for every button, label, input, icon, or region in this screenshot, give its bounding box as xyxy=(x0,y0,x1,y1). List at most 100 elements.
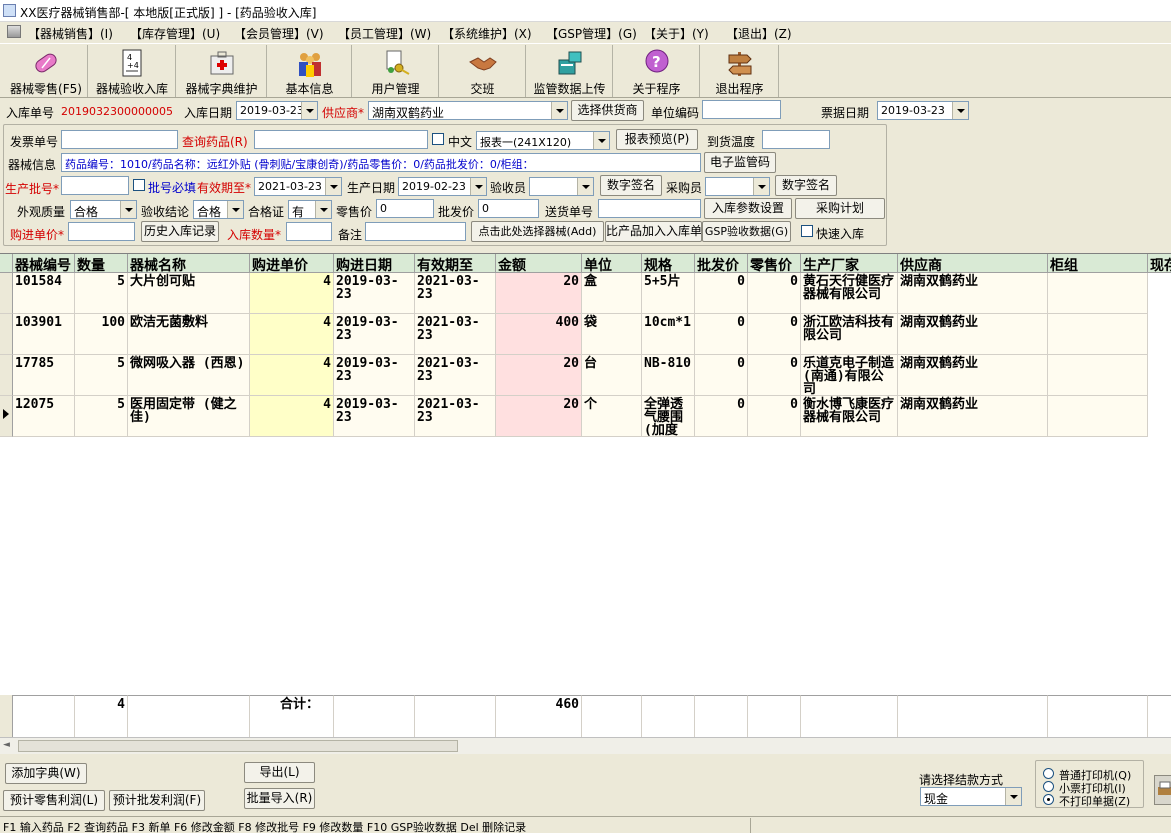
print-receipt-radio[interactable] xyxy=(1043,781,1054,792)
table-cell[interactable]: 大片创可贴 xyxy=(128,273,250,314)
header-device-name[interactable]: 器械名称 xyxy=(128,254,250,273)
row-indicator[interactable] xyxy=(0,273,13,314)
unit-code-input[interactable] xyxy=(702,100,781,119)
about-program-button[interactable]: ? 关于程序 xyxy=(614,45,700,97)
header-spec[interactable]: 规格 xyxy=(642,254,695,273)
exit-program-button[interactable]: 退出程序 xyxy=(701,45,779,97)
device-dict-button[interactable]: 器械字典维护 xyxy=(177,45,267,97)
table-cell[interactable]: 欧洁无菌敷料 xyxy=(128,314,250,355)
table-cell[interactable]: 20 xyxy=(496,396,582,437)
entry-params-button[interactable]: 入库参数设置 xyxy=(704,198,792,219)
expiry-date-picker[interactable]: 2021-03-23 xyxy=(254,177,342,196)
conclusion-select[interactable]: 合格 xyxy=(193,200,244,219)
supplier-select[interactable]: 湖南双鹤药业 xyxy=(368,101,568,120)
table-cell[interactable]: 103901 xyxy=(13,314,75,355)
digital-sign-button-2[interactable]: 数字签名 xyxy=(775,175,837,196)
table-cell[interactable]: 湖南双鹤药业 xyxy=(898,355,1048,396)
table-cell[interactable]: 0 xyxy=(695,273,748,314)
inspector-select[interactable] xyxy=(529,177,594,196)
table-cell[interactable]: 2019-03-23 xyxy=(334,355,415,396)
entry-date-picker[interactable]: 2019-03-23 xyxy=(236,101,318,120)
entry-grid[interactable]: 器械编号 数量 器械名称 购进单价 购进日期 有效期至 金额 单位 规格 批发价 零售价 生产厂家 供应… xyxy=(0,253,1171,737)
appearance-select[interactable]: 合格 xyxy=(70,200,137,219)
menu-gsp[interactable]: 【GSP管理】(G) xyxy=(546,25,637,42)
purchase-plan-button[interactable]: 采购计划 xyxy=(795,198,885,219)
pay-method-select[interactable]: 现金 xyxy=(920,787,1022,806)
table-cell[interactable]: 5+5片 xyxy=(642,273,695,314)
chevron-down-icon[interactable] xyxy=(577,178,593,195)
table-cell[interactable]: 17785 xyxy=(13,355,75,396)
print-normal-radio[interactable] xyxy=(1043,768,1054,779)
header-buy-price[interactable]: 购进单价 xyxy=(250,254,334,273)
menu-inventory[interactable]: 【库存管理】(U) xyxy=(130,25,220,42)
table-cell[interactable]: 微网吸入器 (西恩) xyxy=(128,355,250,396)
table-cell[interactable]: 2019-03-23 xyxy=(334,396,415,437)
table-cell[interactable]: 5 xyxy=(75,273,128,314)
horizontal-scrollbar[interactable]: ◄ xyxy=(0,737,1171,754)
batch-import-button[interactable]: 批量导入(R) xyxy=(244,788,315,809)
chevron-down-icon[interactable] xyxy=(952,102,968,119)
table-cell[interactable]: 5 xyxy=(75,396,128,437)
table-cell[interactable]: 20 xyxy=(496,355,582,396)
shift-handover-button[interactable]: 交班 xyxy=(440,45,526,97)
add-to-entry-button[interactable]: 比产品加入入库单 xyxy=(605,221,702,242)
table-cell[interactable]: NB-810 xyxy=(642,355,695,396)
scroll-thumb[interactable] xyxy=(18,740,458,752)
table-cell[interactable]: 个 xyxy=(582,396,642,437)
chevron-down-icon[interactable] xyxy=(301,102,317,119)
select-device-button[interactable]: 点击此处选择器械(Add) xyxy=(471,221,604,242)
chevron-down-icon[interactable] xyxy=(753,178,769,195)
table-cell[interactable]: 衡水博飞康医疗器械有限公司 xyxy=(801,396,898,437)
qty-input[interactable] xyxy=(286,222,332,241)
header-stock[interactable]: 现存 xyxy=(1148,254,1171,273)
bill-date-picker[interactable]: 2019-03-23 xyxy=(877,101,969,120)
header-device-no[interactable]: 器械编号 xyxy=(13,254,75,273)
table-cell[interactable]: 全弹透气腰围(加度 xyxy=(642,396,695,437)
table-cell[interactable]: 0 xyxy=(748,355,801,396)
table-cell[interactable]: 台 xyxy=(582,355,642,396)
menu-members[interactable]: 【会员管理】(V) xyxy=(234,25,324,42)
chevron-down-icon[interactable] xyxy=(227,201,243,218)
header-amount[interactable]: 金额 xyxy=(496,254,582,273)
table-cell[interactable]: 黄石天行健医疗器械有限公司 xyxy=(801,273,898,314)
table-cell[interactable] xyxy=(1048,396,1148,437)
row-indicator[interactable] xyxy=(0,355,13,396)
table-cell[interactable]: 12075 xyxy=(13,396,75,437)
arrival-temp-input[interactable] xyxy=(762,130,830,149)
table-cell[interactable]: 湖南双鹤药业 xyxy=(898,314,1048,355)
table-cell[interactable]: 湖南双鹤药业 xyxy=(898,273,1048,314)
report-select[interactable]: 报表一(241X120) xyxy=(476,131,610,150)
scroll-left-icon[interactable]: ◄ xyxy=(3,740,10,750)
user-mgmt-button[interactable]: 用户管理 xyxy=(353,45,439,97)
chevron-down-icon[interactable] xyxy=(315,201,331,218)
header-qty[interactable]: 数量 xyxy=(75,254,128,273)
menu-staff[interactable]: 【员工管理】(W) xyxy=(338,25,431,42)
menu-system[interactable]: 【系统维护】(X) xyxy=(442,25,532,42)
header-unit[interactable]: 单位 xyxy=(582,254,642,273)
digital-sign-button-1[interactable]: 数字签名 xyxy=(600,175,662,196)
choose-supplier-button[interactable]: 选择供货商 xyxy=(571,100,644,121)
table-cell[interactable]: 0 xyxy=(695,355,748,396)
buyer-select[interactable] xyxy=(705,177,770,196)
table-cell[interactable]: 4 xyxy=(250,273,334,314)
table-cell[interactable]: 盒 xyxy=(582,273,642,314)
buy-price-input[interactable] xyxy=(68,222,135,241)
est-retail-profit-button[interactable]: 预计零售利润(L) xyxy=(3,790,105,811)
retail-input[interactable]: 0 xyxy=(376,199,434,218)
table-cell[interactable]: 100 xyxy=(75,314,128,355)
chevron-down-icon[interactable] xyxy=(120,201,136,218)
table-cell[interactable]: 400 xyxy=(496,314,582,355)
delivery-input[interactable] xyxy=(598,199,701,218)
table-cell[interactable] xyxy=(1048,314,1148,355)
print-none-radio[interactable] xyxy=(1043,794,1054,805)
table-cell[interactable]: 2021-03-23 xyxy=(415,273,496,314)
chevron-down-icon[interactable] xyxy=(593,132,609,149)
printer-button[interactable] xyxy=(1154,775,1171,805)
table-cell[interactable]: 0 xyxy=(748,273,801,314)
batch-required-checkbox[interactable] xyxy=(133,179,145,191)
remark-input[interactable] xyxy=(365,222,466,241)
report-preview-button[interactable]: 报表预览(P) xyxy=(616,129,698,150)
table-cell[interactable]: 0 xyxy=(748,314,801,355)
est-wholesale-profit-button[interactable]: 预计批发利润(F) xyxy=(109,790,205,811)
add-dict-button[interactable]: 添加字典(W) xyxy=(5,763,87,784)
